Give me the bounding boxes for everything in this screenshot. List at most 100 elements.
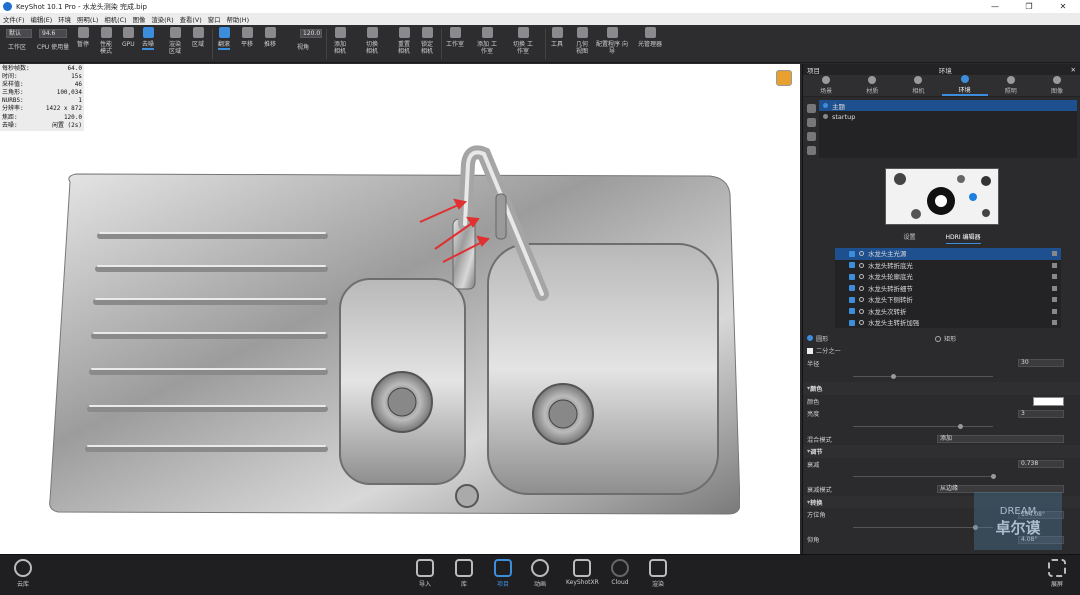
- lock-icon[interactable]: [1052, 320, 1057, 326]
- list-item[interactable]: startup: [819, 111, 1077, 122]
- cloud-library-button[interactable]: 云库: [14, 559, 32, 588]
- falloff-input[interactable]: 0.738: [1018, 460, 1064, 469]
- library-button[interactable]: 库: [455, 559, 473, 588]
- studio-button[interactable]: 工作室: [446, 27, 464, 48]
- region-button[interactable]: 区域: [192, 27, 204, 48]
- blend-select[interactable]: 添加: [937, 435, 1064, 444]
- close-button[interactable]: ✕: [1046, 0, 1080, 13]
- hdri-preview[interactable]: [885, 168, 999, 225]
- reset-camera-button[interactable]: 重置 相机: [395, 27, 413, 55]
- minimize-button[interactable]: —: [978, 0, 1012, 13]
- geometry-view-button[interactable]: 几何 视图: [573, 27, 591, 55]
- lock-icon[interactable]: [1052, 308, 1057, 314]
- list-item[interactable]: 水龙头下侧转折: [835, 294, 1061, 306]
- checkbox-icon[interactable]: [849, 285, 855, 292]
- slider-knob[interactable]: [991, 474, 996, 480]
- list-item[interactable]: 水龙头次转折: [835, 306, 1061, 318]
- add-camera-button[interactable]: 添加 相机: [331, 27, 349, 55]
- keyshotxr-button[interactable]: KeyShotXR: [566, 559, 599, 586]
- configurator-wizard-button[interactable]: 配置程序 向导: [596, 27, 628, 55]
- denoise-button[interactable]: 去噪: [142, 27, 155, 50]
- radius-input[interactable]: 30: [1018, 359, 1064, 368]
- radius-slider[interactable]: [853, 373, 993, 379]
- delete-icon[interactable]: [807, 146, 816, 155]
- azimuth-slider[interactable]: [853, 524, 993, 530]
- color-section-header[interactable]: 颜色: [803, 382, 1080, 395]
- brightness-input[interactable]: 3: [1018, 409, 1064, 418]
- gpu-button[interactable]: GPU: [122, 27, 135, 48]
- falloff-slider[interactable]: [853, 474, 996, 480]
- tab-material[interactable]: 材质: [849, 75, 895, 96]
- panel-close-icon[interactable]: ✕: [1071, 66, 1076, 74]
- menu-view[interactable]: 查看(V): [177, 15, 205, 24]
- checkbox-icon[interactable]: [849, 319, 855, 326]
- duplicate-icon[interactable]: [807, 118, 816, 127]
- maximize-button[interactable]: ❐: [1012, 0, 1046, 13]
- lock-icon[interactable]: [1052, 297, 1057, 303]
- checkbox-icon[interactable]: [849, 296, 855, 303]
- render-button[interactable]: 渲染: [649, 559, 667, 588]
- copy-icon[interactable]: [807, 132, 816, 141]
- light-manager-button[interactable]: 光管理器: [636, 27, 664, 48]
- tab-scene[interactable]: 场景: [803, 75, 849, 96]
- fov-input[interactable]: 120.0: [300, 29, 322, 38]
- lock-icon[interactable]: [1052, 285, 1057, 291]
- lock-icon[interactable]: [1052, 251, 1057, 257]
- expand-button[interactable]: 展屏: [1048, 559, 1066, 588]
- circle-radio[interactable]: [807, 335, 813, 342]
- brightness-slider[interactable]: [853, 423, 993, 429]
- tab-camera[interactable]: 相机: [895, 75, 941, 96]
- list-item[interactable]: 主题: [819, 100, 1077, 111]
- add-studio-button[interactable]: 添加 工作室: [476, 27, 498, 55]
- slider-knob[interactable]: [891, 373, 896, 379]
- menu-camera[interactable]: 相机(C): [101, 15, 129, 24]
- lock-camera-button[interactable]: 锁定 相机: [418, 27, 436, 55]
- render-viewport[interactable]: 每秒帧数: 64.0 时间: 15s 采样值: 46 三角形: 100,034 NURB…: [0, 64, 800, 554]
- menu-file[interactable]: 文件(F): [0, 15, 27, 24]
- performance-mode-button[interactable]: 性能 模式: [97, 27, 115, 55]
- tools-button[interactable]: 工具: [551, 27, 563, 48]
- tab-lighting[interactable]: 照明: [988, 75, 1034, 96]
- menu-environment[interactable]: 环境: [55, 15, 74, 24]
- lock-icon[interactable]: [1052, 274, 1057, 280]
- pan-button[interactable]: 平移: [241, 27, 253, 48]
- render-region-button[interactable]: 渲染 区域: [166, 27, 184, 55]
- dolly-button[interactable]: 推移: [264, 27, 276, 48]
- zoom-input[interactable]: 94.6: [39, 29, 67, 38]
- list-item[interactable]: 水龙头轮廓底光: [835, 271, 1061, 283]
- list-item[interactable]: 水龙头主光源: [835, 248, 1061, 260]
- menu-lighting[interactable]: 照明(L): [74, 15, 101, 24]
- list-item[interactable]: 水龙头转折底光: [835, 260, 1061, 272]
- tumble-button[interactable]: 翻滚: [218, 27, 231, 50]
- switch-studio-button[interactable]: 切换 工作室: [512, 27, 534, 55]
- half-checkbox[interactable]: [807, 347, 813, 354]
- menu-window[interactable]: 窗口: [205, 15, 224, 24]
- slider-knob[interactable]: [958, 423, 963, 429]
- tab-environment[interactable]: 环境: [941, 75, 988, 96]
- project-button[interactable]: 项目: [494, 559, 512, 588]
- color-swatch[interactable]: [1033, 396, 1064, 406]
- add-environment-icon[interactable]: [807, 104, 816, 113]
- cpu-usage-button[interactable]: CPU 使用量: [37, 44, 69, 51]
- menu-image[interactable]: 图像: [130, 15, 149, 24]
- lock-icon[interactable]: [1052, 262, 1057, 268]
- checkbox-icon[interactable]: [849, 308, 855, 315]
- checkbox-icon[interactable]: [849, 250, 855, 257]
- list-item[interactable]: 水龙头转折细节: [835, 283, 1061, 295]
- tab-hdri-editor[interactable]: HDRI 编辑器: [945, 232, 981, 244]
- pause-button[interactable]: 暂停: [77, 27, 89, 48]
- checkbox-icon[interactable]: [849, 262, 855, 269]
- workspace-select[interactable]: 默认: [6, 29, 32, 38]
- menu-help[interactable]: 帮助(H): [224, 15, 253, 24]
- import-button[interactable]: 导入: [416, 559, 434, 588]
- workspace-button[interactable]: 工作区: [8, 44, 26, 51]
- checkbox-icon[interactable]: [849, 273, 855, 280]
- menu-render[interactable]: 渲染(R): [148, 15, 176, 24]
- viewport-overlay-button[interactable]: [776, 70, 792, 86]
- fov-button[interactable]: 视角: [297, 44, 309, 51]
- tab-settings[interactable]: 设置: [904, 232, 916, 244]
- list-item[interactable]: 水龙头主转折加强: [835, 317, 1061, 328]
- animation-button[interactable]: 动画: [531, 559, 549, 588]
- adjust-section-header[interactable]: 调节: [803, 445, 1080, 458]
- rect-radio[interactable]: [935, 335, 941, 342]
